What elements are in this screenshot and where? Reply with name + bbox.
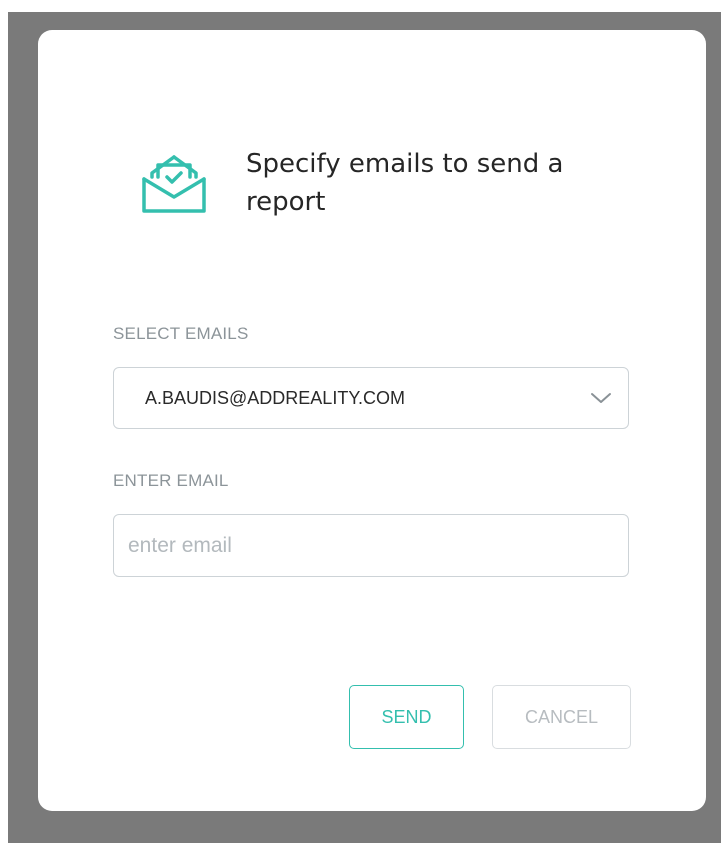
send-button[interactable]: SEND — [349, 685, 464, 749]
chevron-down-icon — [591, 393, 611, 403]
select-emails-label: SELECT EMAILS — [113, 324, 249, 343]
enter-email-label: ENTER EMAIL — [113, 471, 229, 490]
dialog-title: Specify emails to send a report — [246, 149, 564, 217]
email-input[interactable] — [113, 514, 629, 577]
select-emails-dropdown[interactable]: A.BAUDIS@ADDREALITY.COM — [113, 367, 629, 429]
dialog-header: Specify emails to send a report — [138, 145, 606, 221]
cancel-button[interactable]: CANCEL — [492, 685, 631, 749]
open-envelope-check-icon — [142, 155, 206, 213]
send-report-dialog: Specify emails to send a report SELECT E… — [38, 30, 706, 811]
selected-email-value: A.BAUDIS@ADDREALITY.COM — [145, 388, 405, 408]
